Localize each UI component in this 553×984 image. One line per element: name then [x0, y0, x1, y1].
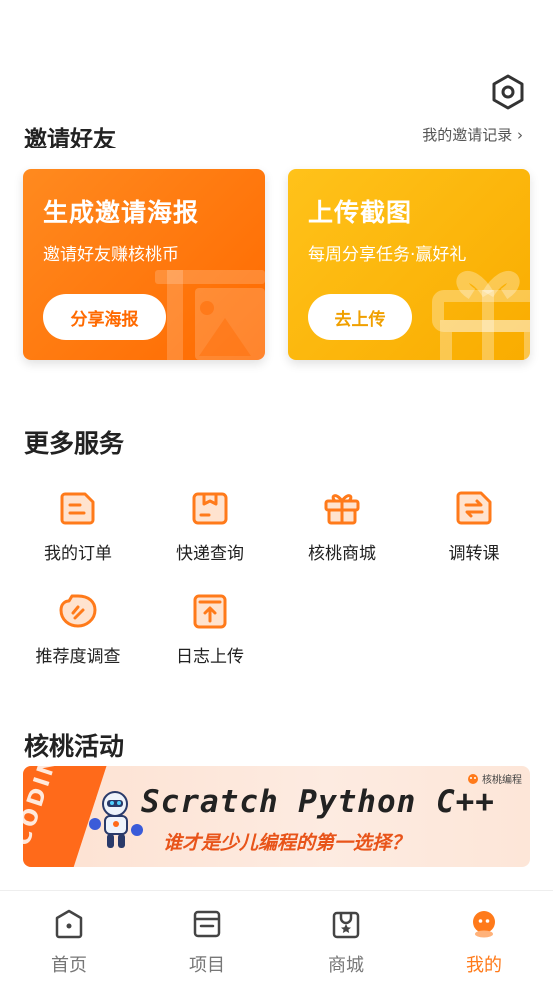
service-transfer-class[interactable]: 调转课	[419, 488, 529, 578]
upload-card-title: 上传截图	[308, 198, 413, 227]
banner-headline: Scratch Python C++	[141, 784, 495, 820]
banner-logo: 核桃编程	[467, 771, 522, 786]
share-poster-button[interactable]: 分享海报	[43, 294, 166, 340]
order-icon	[60, 492, 95, 525]
bottom-tab-bar: 首页 项目 商城 我的	[0, 890, 553, 984]
upload-screenshot-card[interactable]: 上传截图 每周分享任务·赢好礼 去上传	[288, 169, 530, 360]
service-log-upload[interactable]: 日志上传	[155, 591, 265, 681]
tab-label: 首页	[51, 955, 87, 976]
service-walnut-mall[interactable]: 核桃商城	[287, 488, 397, 578]
package-icon	[192, 492, 228, 525]
upload-card-subtitle: 每周分享任务·赢好礼	[308, 245, 467, 265]
mall-icon	[332, 911, 360, 939]
tab-label: 商城	[328, 955, 364, 976]
service-recommend-survey[interactable]: 推荐度调查	[23, 591, 133, 681]
poster-card[interactable]: 生成邀请海报 邀请好友赚核桃币 分享海报	[23, 169, 265, 360]
service-label: 日志上传	[176, 647, 244, 667]
tab-mine[interactable]: 我的	[444, 909, 524, 977]
poster-card-subtitle: 邀请好友赚核桃币	[43, 245, 179, 265]
activity-title: 核桃活动	[24, 732, 125, 761]
project-icon	[193, 910, 221, 938]
service-express-tracking[interactable]: 快递查询	[155, 488, 265, 578]
survey-icon	[59, 594, 97, 628]
services-title: 更多服务	[24, 429, 125, 458]
tab-label: 项目	[189, 955, 225, 976]
activity-banner[interactable]: CODING Scratch Python C++ 谁才是少儿编程的第一选择？ …	[23, 766, 530, 867]
tab-label: 我的	[466, 955, 502, 976]
invite-section-header: 邀请好友 我的邀请记录 ›	[0, 118, 553, 148]
invite-records-link[interactable]: 我的邀请记录 ›	[422, 124, 523, 145]
tab-mall[interactable]: 商城	[306, 909, 386, 977]
banner-logo-text: 核桃编程	[482, 775, 522, 786]
service-label: 推荐度调查	[35, 647, 121, 667]
banner-subheadline: 谁才是少儿编程的第一选择？	[163, 832, 411, 854]
service-label: 我的订单	[44, 544, 112, 564]
go-upload-button[interactable]: 去上传	[308, 294, 412, 340]
poster-image-icon	[155, 270, 265, 360]
upload-icon	[193, 594, 227, 629]
service-my-orders[interactable]: 我的订单	[23, 488, 133, 578]
service-label: 快递查询	[176, 544, 244, 564]
transfer-icon	[456, 491, 492, 525]
tab-project[interactable]: 项目	[167, 909, 247, 977]
walnut-logo-icon	[468, 773, 478, 784]
poster-card-title: 生成邀请海报	[43, 198, 200, 227]
hexagon-gear-icon	[492, 74, 524, 110]
home-icon	[55, 909, 83, 939]
service-label: 核桃商城	[308, 544, 376, 564]
service-label: 调转课	[448, 544, 500, 564]
tab-home[interactable]: 首页	[29, 909, 109, 977]
gift-icon	[324, 494, 360, 525]
gift-icon	[432, 271, 530, 360]
invite-title: 邀请好友	[24, 127, 116, 148]
settings-button[interactable]	[489, 72, 527, 112]
profile-mascot-icon	[473, 911, 495, 938]
